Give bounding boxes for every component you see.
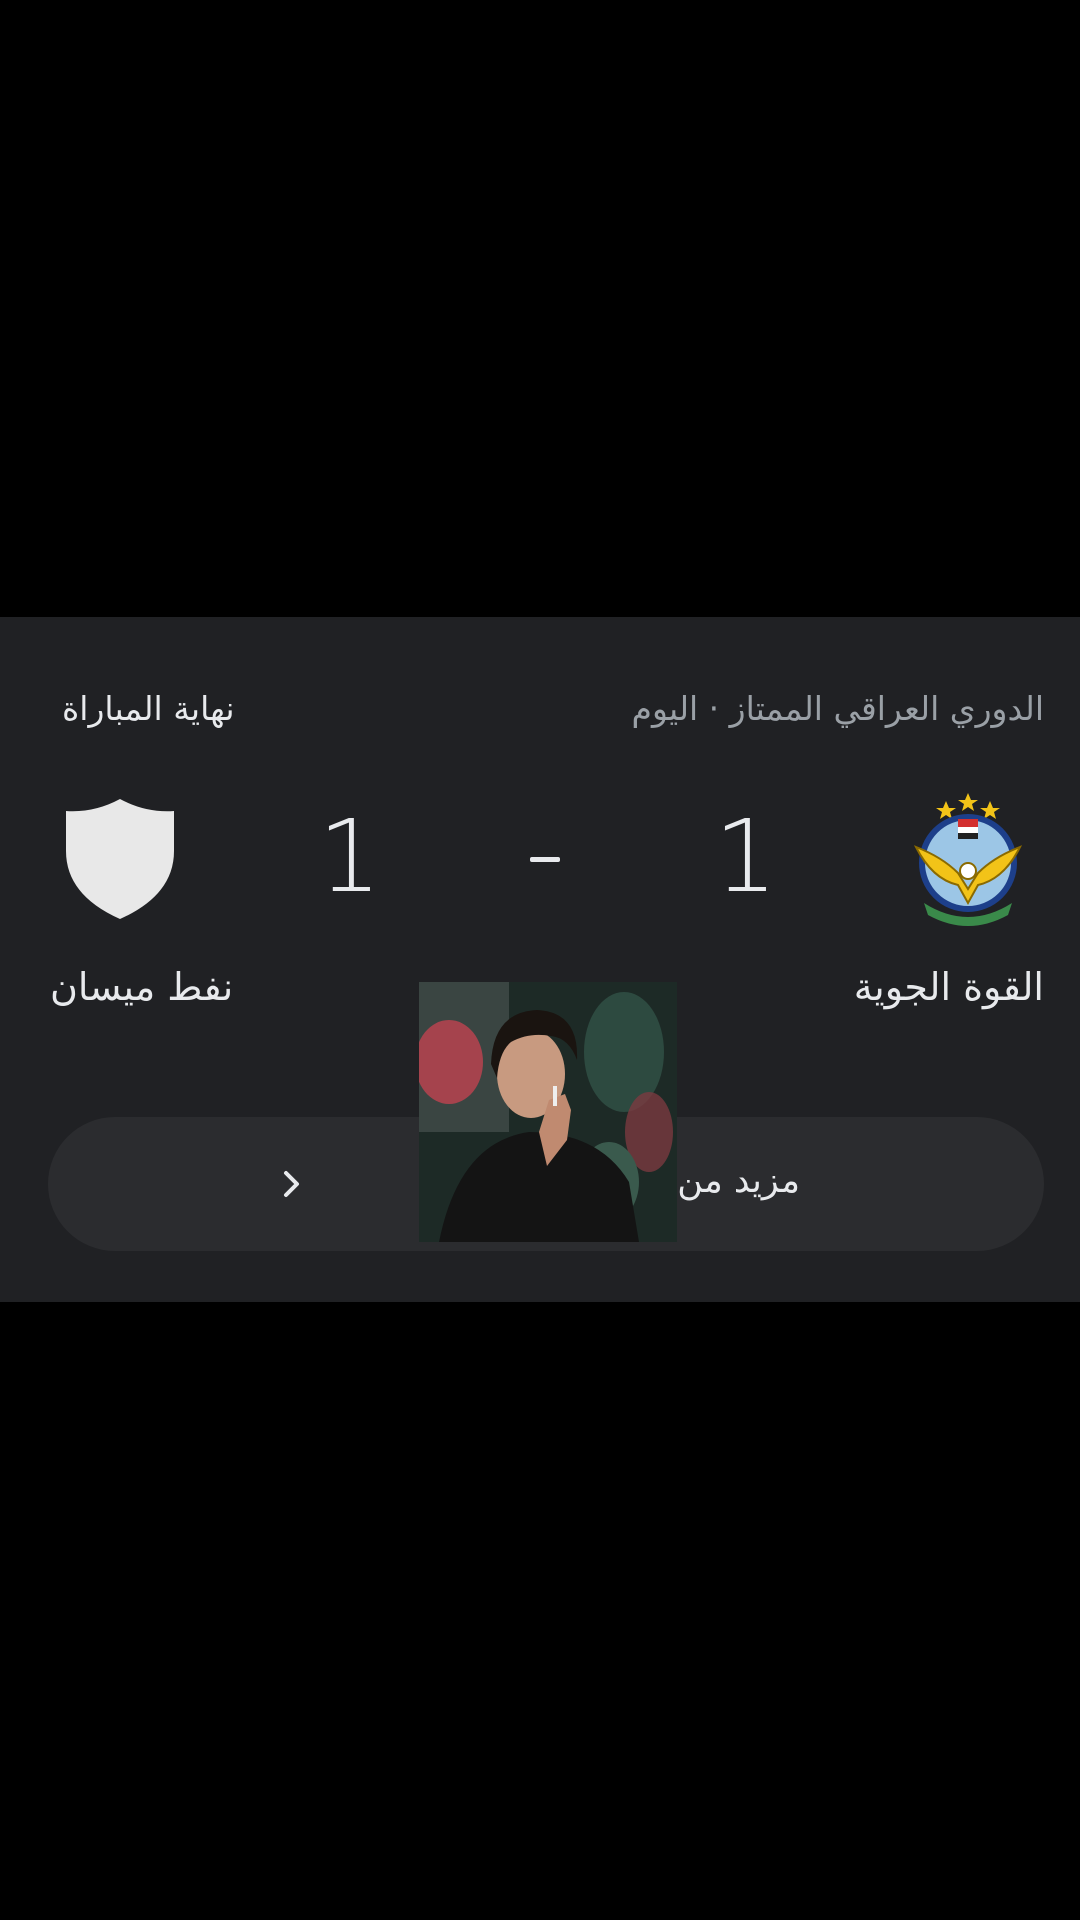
air-force-crest-icon <box>913 793 1023 926</box>
chevron-right-icon <box>284 1171 299 1197</box>
home-team-name[interactable]: القوة الجوية <box>854 965 1044 1009</box>
score-separator <box>530 857 560 862</box>
league-and-date-label: الدوري العراقي الممتاز · اليوم <box>631 689 1044 728</box>
person-photo-image <box>419 982 677 1242</box>
home-team-score: 1 <box>714 798 778 915</box>
match-status-label: نهاية المباراة <box>62 689 235 728</box>
away-team-name[interactable]: نفط ميسان <box>50 965 233 1009</box>
shield-icon <box>66 799 174 919</box>
away-team-logo[interactable] <box>62 797 178 921</box>
home-team-logo[interactable] <box>912 791 1024 929</box>
away-team-score: 1 <box>318 798 382 915</box>
overlay-photo <box>419 982 677 1242</box>
